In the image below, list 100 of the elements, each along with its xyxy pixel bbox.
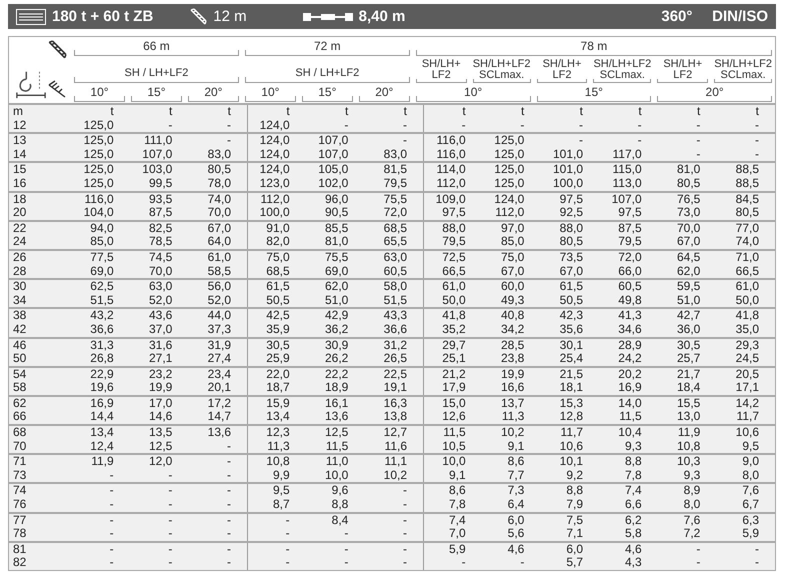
table-cell-text: - — [108, 498, 115, 512]
table-cell-text: 27,1 — [148, 352, 174, 366]
table-cell: 66,5 — [423, 264, 482, 278]
table-cell-text: 28,5 — [500, 338, 526, 352]
table-cell-text: 72,0 — [382, 206, 408, 220]
table-cell-text: 6,7 — [741, 498, 760, 512]
configuration-label: SH / LH+LF2 — [123, 68, 190, 79]
table-cell-text: 13,8 — [382, 410, 408, 424]
table-cell: 50,0 — [423, 294, 482, 308]
table-cell-text: 88,5 — [734, 163, 760, 177]
table-cell-text: 40,8 — [500, 309, 526, 323]
radius-cell-text: 42 — [12, 322, 28, 336]
table-cell: 50,5 — [247, 294, 306, 308]
table-cell-text: 30,5 — [676, 338, 702, 352]
table-cell-text: 96,0 — [324, 192, 350, 206]
radius-cell-text: 78 — [12, 527, 28, 541]
table-cell: - — [247, 556, 306, 570]
table-cell-text: 67,0 — [500, 264, 526, 278]
table-cell-text: 22,5 — [382, 368, 408, 382]
table-cell-text: 12,4 — [89, 440, 115, 454]
table-cell-text: 7,8 — [624, 468, 643, 482]
configuration-label: SH/LH+LF2 SCLmax. — [593, 59, 652, 81]
table-cell-text: 67,0 — [676, 235, 702, 249]
table-cell-text: 79,5 — [382, 176, 408, 191]
table-cell-text: 14,2 — [734, 396, 760, 410]
table-cell-text: - — [402, 527, 408, 541]
table-cell-text: - — [343, 556, 350, 570]
table-cell: 42,5 — [247, 309, 306, 323]
table-cell-text: 36,2 — [324, 322, 350, 336]
table-cell-text: 29,3 — [734, 338, 760, 352]
table-cell-text: 13,6 — [206, 426, 232, 440]
table-cell-text: 80,5 — [676, 176, 702, 191]
table-cell-text: 8,0 — [682, 498, 702, 512]
angle-label: 20° — [374, 87, 394, 98]
table-cell: 13,4 — [247, 410, 306, 424]
radius-cell-text: 30 — [12, 280, 28, 294]
table-cell-text: 125,0 — [493, 163, 526, 177]
table-cell-text: 7,3 — [506, 484, 526, 498]
table-cell-text: 11,1 — [384, 455, 408, 469]
table-cell-text: 9,0 — [741, 455, 760, 469]
angle-label: 15° — [317, 87, 338, 98]
table-cell: 114,0 — [423, 163, 482, 177]
table-cell-text: 125,0 — [493, 134, 526, 148]
table-cell-text: 15,3 — [558, 396, 584, 410]
counterweight-label: 180 t + 60 t ZB — [52, 8, 154, 25]
table-cell-text: 125,0 — [82, 134, 115, 148]
table-cell-text: 10,8 — [676, 440, 702, 454]
table-cell-text: 124,0 — [493, 192, 526, 206]
table-cell-text: 8,4 — [330, 514, 350, 528]
table-cell-text: 74,5 — [148, 250, 174, 265]
table-cell-text: - — [695, 148, 702, 162]
unit-label: t — [344, 105, 350, 119]
table-cell-text: 10,2 — [382, 468, 408, 482]
table-cell-text: 100,0 — [552, 176, 584, 191]
table-cell-text: 69,0 — [89, 264, 115, 278]
table-cell-text: - — [578, 118, 584, 132]
table-cell-text: 74,0 — [734, 235, 760, 249]
table-cell-text: 83,0 — [382, 148, 408, 162]
unit-label: t — [247, 105, 306, 119]
table-cell-text: 7,5 — [565, 514, 584, 528]
unit-label: t — [402, 105, 408, 119]
table-cell-text: 17,1 — [734, 381, 760, 395]
table-cell-text: 107,0 — [317, 134, 350, 148]
table-cell-text: 60,5 — [382, 264, 408, 278]
table-cell-text: 80,5 — [558, 235, 584, 249]
table-cell-text: 9,6 — [330, 484, 350, 498]
table-cell-text: 52,0 — [148, 294, 174, 308]
table-cell-text: - — [167, 542, 174, 556]
table-cell-text: 42,3 — [558, 309, 584, 323]
standard-label: DIN/ISO — [712, 8, 768, 25]
table-cell: 10,5 — [423, 440, 482, 454]
table-cell-text: 31,3 — [89, 338, 115, 352]
boom-length-label: 72 m — [312, 41, 342, 52]
table-cell-text: 4,3 — [624, 556, 643, 570]
angle-label: 20° — [203, 87, 224, 98]
table-cell-text: - — [226, 468, 232, 482]
table-cell: 91,0 — [247, 222, 306, 236]
table-cell-text: 78,0 — [206, 176, 232, 191]
table-cell-text: 11,7 — [560, 426, 584, 440]
table-cell-text: - — [108, 514, 115, 528]
table-cell-text: 11,0 — [324, 455, 350, 469]
table-cell-text: 22,2 — [324, 368, 350, 382]
table-cell-text: 93,5 — [148, 192, 174, 206]
radius-cell-text: 13 — [12, 134, 28, 148]
table-cell-text: 9,3 — [624, 440, 643, 454]
table-cell-text: 77,5 — [89, 250, 115, 265]
table-cell: 79,5 — [423, 235, 482, 249]
table-cell-text: - — [167, 527, 174, 541]
table-cell-text: - — [402, 556, 408, 570]
table-cell-text: 6,4 — [506, 498, 526, 512]
table-cell-text: 50,5 — [558, 294, 584, 308]
table-cell-text: 13,6 — [324, 410, 350, 424]
table-cell-text: 11,5 — [324, 440, 350, 454]
table-cell-text: 99,5 — [148, 176, 174, 191]
table-cell-text: 4,6 — [506, 542, 526, 556]
table-cell: 112,0 — [423, 176, 482, 191]
table-cell-text: 36,6 — [89, 322, 115, 336]
table-cell-text: 35,6 — [558, 322, 584, 336]
table-cell-text: 81,5 — [382, 163, 408, 177]
table-cell-text: 26,8 — [89, 352, 115, 366]
